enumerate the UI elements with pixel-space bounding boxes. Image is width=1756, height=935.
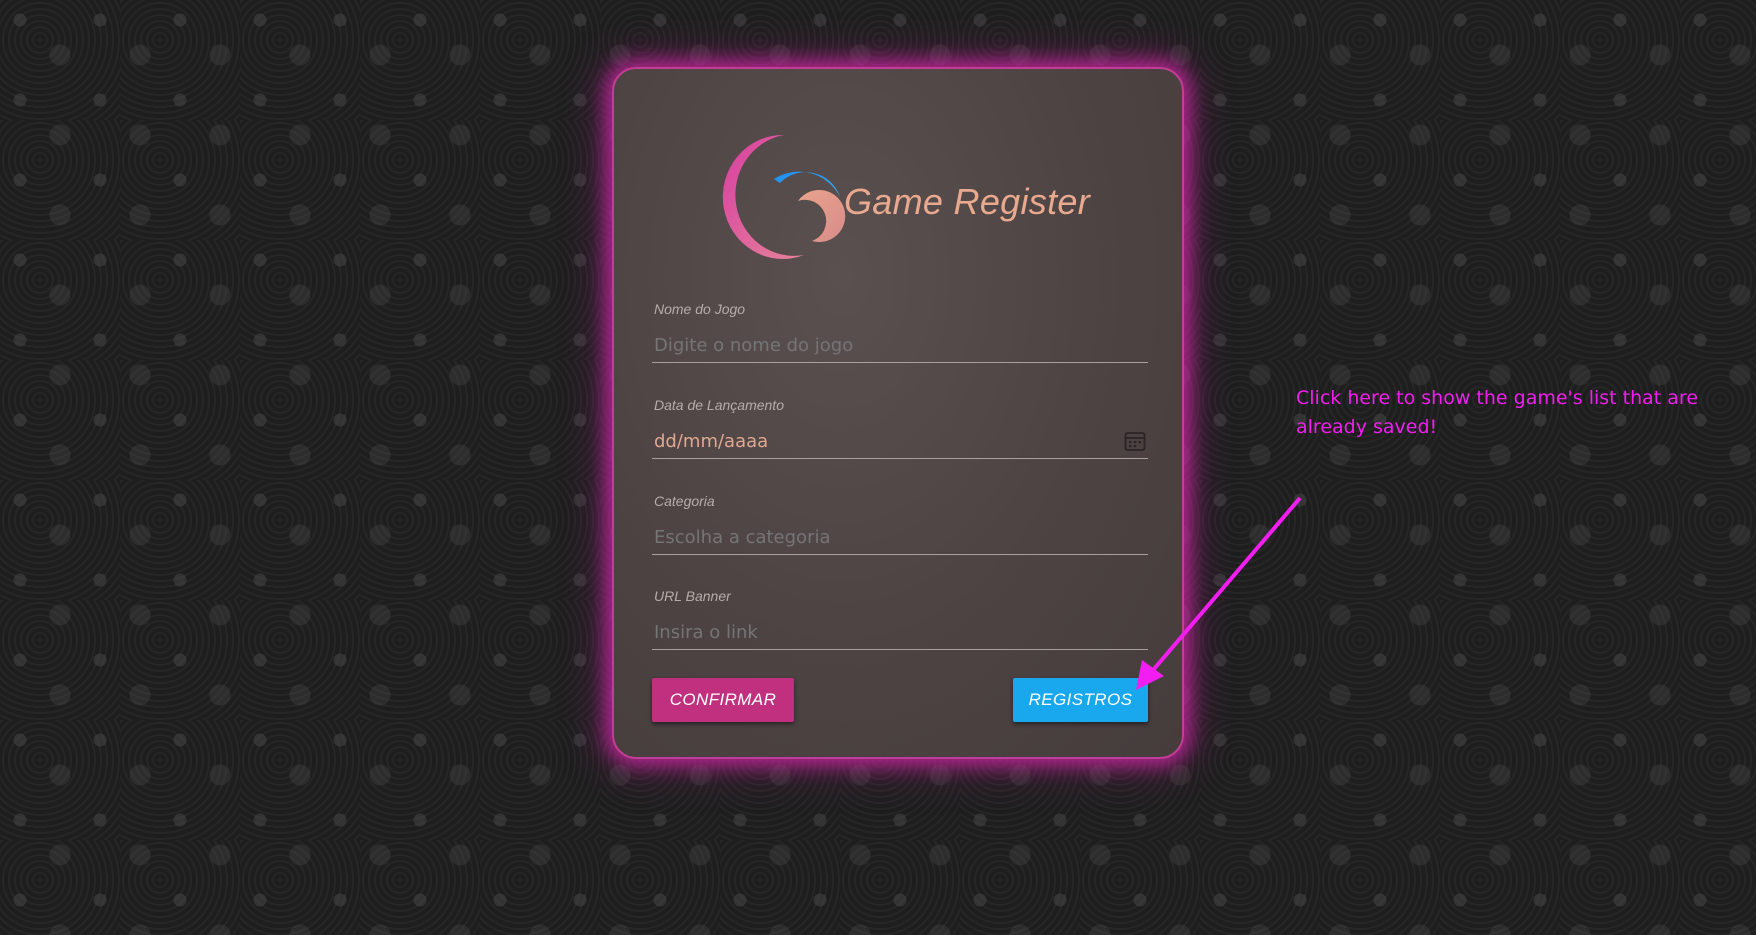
release-date-label: Data de Lançamento — [654, 397, 784, 413]
register-card: Game Register Nome do Jogo Data de Lança… — [612, 67, 1184, 759]
game-name-label: Nome do Jogo — [654, 301, 746, 317]
category-input[interactable] — [652, 521, 1148, 555]
game-name-input[interactable] — [652, 329, 1148, 363]
banner-url-field: URL Banner — [652, 588, 1148, 658]
banner-url-input[interactable] — [652, 616, 1148, 650]
confirm-button[interactable]: CONFIRMAR — [652, 678, 794, 722]
crescent-swirl-logo — [722, 134, 846, 259]
category-field: Categoria — [652, 493, 1148, 563]
category-label: Categoria — [654, 493, 715, 509]
brand-header: Game Register — [722, 131, 1090, 261]
game-name-field: Nome do Jogo — [652, 301, 1148, 371]
release-date-value: dd/mm/aaaa — [654, 431, 769, 452]
app-title: Game Register — [844, 181, 1090, 222]
registros-button[interactable]: REGISTROS — [1013, 678, 1148, 722]
release-date-field: Data de Lançamento dd/mm/aaaa — [652, 397, 1148, 467]
calendar-icon[interactable] — [1124, 430, 1146, 452]
help-annotation: Click here to show the game's list that … — [1296, 387, 1699, 438]
banner-url-label: URL Banner — [654, 588, 731, 604]
